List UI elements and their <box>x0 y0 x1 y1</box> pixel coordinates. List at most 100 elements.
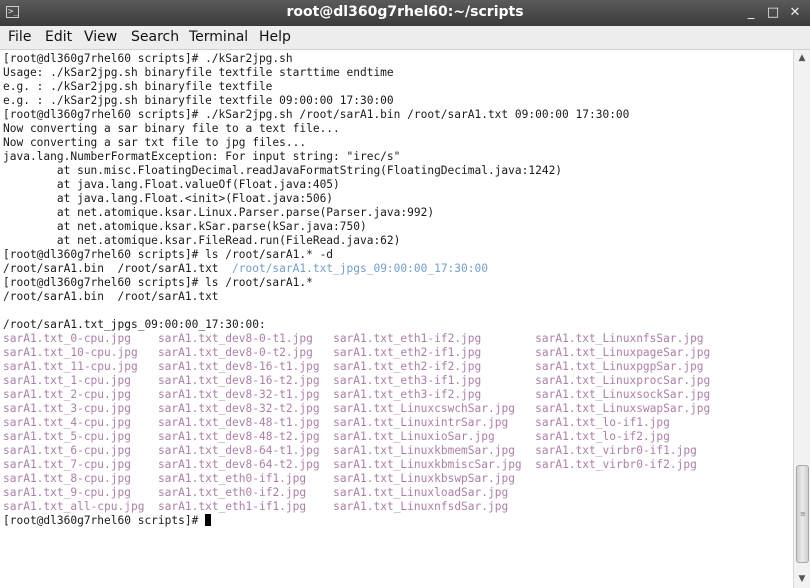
menu-terminal[interactable]: Terminal <box>189 29 248 45</box>
terminal-output[interactable]: [root@dl360g7rhel60 scripts]# ./kSar2jpg… <box>0 50 793 588</box>
jpg-file-name: sarA1.txt_4-cpu.jpg <box>3 416 131 429</box>
terminal-text: /root/sarA1.bin /root/sarA1.txt <box>3 290 219 303</box>
jpg-file-name: sarA1.txt_LinuxswapSar.jpg <box>535 402 711 415</box>
terminal-line: sarA1.txt_8-cpu.jpg sarA1.txt_eth0-if1.j… <box>3 472 515 486</box>
terminal-line: /root/sarA1.bin /root/sarA1.txt <box>3 290 219 304</box>
scrollbar-thumb[interactable]: ≡ <box>796 465 809 563</box>
jpg-file-name: sarA1.txt_LinuxloadSar.jpg <box>333 486 509 499</box>
terminal-line: sarA1.txt_6-cpu.jpg sarA1.txt_dev8-64-t1… <box>3 444 697 458</box>
directory-name: /root/sarA1.txt_jpgs_09:00:00_17:30:00 <box>232 262 488 275</box>
jpg-file-name: sarA1.txt_eth3-if2.jpg <box>333 388 482 401</box>
menu-help[interactable]: Help <box>259 29 291 45</box>
jpg-file-name: sarA1.txt_LinuxkbmemSar.jpg <box>333 444 515 457</box>
terminal-line: e.g. : ./kSar2jpg.sh binaryfile textfile <box>3 80 272 94</box>
terminal-text: Usage: ./kSar2jpg.sh binaryfile textfile… <box>3 66 394 79</box>
maximize-icon[interactable]: □ <box>764 4 782 22</box>
jpg-file-name: sarA1.txt_LinuxkbmiscSar.jpg <box>333 458 522 471</box>
terminal-text: e.g. : ./kSar2jpg.sh binaryfile textfile… <box>3 94 394 107</box>
terminal-text: [root@dl360g7rhel60 scripts]# ./kSar2jpg… <box>3 108 630 121</box>
terminal-text: at net.atomique.ksar.FileRead.run(FileRe… <box>3 234 401 247</box>
terminal-line: sarA1.txt_1-cpu.jpg sarA1.txt_dev8-16-t2… <box>3 374 710 388</box>
terminal-text: at net.atomique.ksar.kSar.parse(kSar.jav… <box>3 220 367 233</box>
scroll-up-arrow-icon[interactable]: ▲ <box>794 50 810 66</box>
jpg-file-name: sarA1.txt_dev8-48-t1.jpg <box>157 416 320 429</box>
jpg-file-name: sarA1.txt_dev8-32-t2.jpg <box>157 402 320 415</box>
terminal-text: e.g. : ./kSar2jpg.sh binaryfile textfile <box>3 80 273 93</box>
terminal-line: at net.atomique.ksar.kSar.parse(kSar.jav… <box>3 220 367 234</box>
jpg-file-name: sarA1.txt_LinuxintrSar.jpg <box>333 416 509 429</box>
terminal-text: [root@dl360g7rhel60 scripts]# ./kSar2jpg… <box>3 52 293 65</box>
terminal-line: Now converting a sar txt file to jpg fil… <box>3 136 306 150</box>
terminal-line: at java.lang.Float.valueOf(Float.java:40… <box>3 178 340 192</box>
terminal-line: [root@dl360g7rhel60 scripts]# ls /root/s… <box>3 248 333 262</box>
menu-file[interactable]: File <box>8 29 31 45</box>
jpg-file-name: sarA1.txt_8-cpu.jpg <box>3 472 131 485</box>
terminal-line: sarA1.txt_7-cpu.jpg sarA1.txt_dev8-64-t2… <box>3 458 697 472</box>
jpg-file-name: sarA1.txt_dev8-32-t1.jpg <box>157 388 320 401</box>
jpg-file-name: sarA1.txt_eth0-if1.jpg <box>157 472 307 485</box>
terminal-line: e.g. : ./kSar2jpg.sh binaryfile textfile… <box>3 94 394 108</box>
jpg-file-name: sarA1.txt_3-cpu.jpg <box>3 402 131 415</box>
jpg-file-name: sarA1.txt_9-cpu.jpg <box>3 486 131 499</box>
jpg-file-name: sarA1.txt_LinuxkbswpSar.jpg <box>333 472 515 485</box>
terminal-line: /root/sarA1.bin /root/sarA1.txt /root/sa… <box>3 262 488 276</box>
terminal-line: sarA1.txt_10-cpu.jpg sarA1.txt_dev8-0-t2… <box>3 346 710 360</box>
jpg-file-name: sarA1.txt_virbr0-if1.jpg <box>535 444 697 457</box>
vertical-scrollbar[interactable]: ▲ ≡ ▼ <box>793 50 810 588</box>
terminal-text: java.lang.NumberFormatException: For inp… <box>3 150 401 163</box>
jpg-file-name: sarA1.txt_dev8-64-t1.jpg <box>157 444 320 457</box>
jpg-file-name: sarA1.txt_LinuxpgpSar.jpg <box>535 360 704 373</box>
jpg-file-name: sarA1.txt_LinuxsockSar.jpg <box>535 388 711 401</box>
jpg-file-name: sarA1.txt_LinuxpageSar.jpg <box>535 346 711 359</box>
terminal-text: [root@dl360g7rhel60 scripts]# ls /root/s… <box>3 276 313 289</box>
jpg-file-name: sarA1.txt_dev8-48-t2.jpg <box>157 430 320 443</box>
jpg-file-name: sarA1.txt_dev8-64-t2.jpg <box>157 458 320 471</box>
terminal-text: /root/sarA1.bin /root/sarA1.txt <box>3 262 233 275</box>
jpg-file-name: sarA1.txt_eth1-if2.jpg <box>333 332 482 345</box>
shell-prompt: [root@dl360g7rhel60 scripts]# <box>3 514 206 527</box>
jpg-file-name: sarA1.txt_LinuxioSar.jpg <box>333 430 495 443</box>
title-bar[interactable]: >_ root@dl360g7rhel60:~/scripts _ □ ✕ <box>0 0 810 26</box>
terminal-line: at sun.misc.FloatingDecimal.readJavaForm… <box>3 164 562 178</box>
terminal-line: sarA1.txt_4-cpu.jpg sarA1.txt_dev8-48-t1… <box>3 416 670 430</box>
jpg-file-name: sarA1.txt_dev8-0-t1.jpg <box>157 332 313 345</box>
jpg-file-name: sarA1.txt_lo-if1.jpg <box>535 416 670 429</box>
window-title: root@dl360g7rhel60:~/scripts <box>286 4 524 20</box>
minimize-icon[interactable]: _ <box>742 4 760 22</box>
menu-edit[interactable]: Edit <box>45 29 72 45</box>
terminal-window: >_ root@dl360g7rhel60:~/scripts _ □ ✕ Fi… <box>0 0 810 588</box>
jpg-file-name: sarA1.txt_lo-if2.jpg <box>535 430 670 443</box>
close-icon[interactable]: ✕ <box>786 4 804 22</box>
jpg-file-name: sarA1.txt_dev8-16-t2.jpg <box>157 374 320 387</box>
menu-view[interactable]: View <box>84 29 117 45</box>
menu-search[interactable]: Search <box>131 29 179 45</box>
jpg-file-name: sarA1.txt_all-cpu.jpg <box>3 500 145 513</box>
scroll-down-arrow-icon[interactable]: ▼ <box>794 571 810 587</box>
jpg-file-name: sarA1.txt_LinuxnfsdSar.jpg <box>333 500 509 513</box>
jpg-file-name: sarA1.txt_2-cpu.jpg <box>3 388 131 401</box>
terminal-text: at net.atomique.ksar.Linux.Parser.parse(… <box>3 206 435 219</box>
jpg-file-name: sarA1.txt_5-cpu.jpg <box>3 430 131 443</box>
terminal-line: sarA1.txt_2-cpu.jpg sarA1.txt_dev8-32-t1… <box>3 388 710 402</box>
